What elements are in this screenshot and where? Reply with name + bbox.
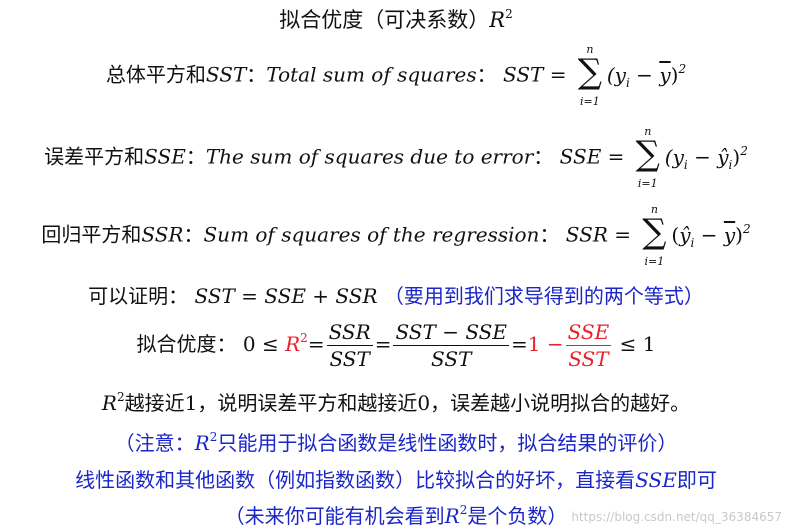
r2-fraction-2: SST − SSE SST	[393, 320, 509, 371]
title-prefix: 拟合优度（可决系数）	[279, 8, 490, 32]
sse-colon1: ：	[185, 144, 206, 169]
note1-text: 只能用于拟合函数是线性函数时，拟合结果的评价）	[217, 431, 678, 455]
ssr-sum-bottom: i=1	[644, 255, 665, 268]
note3-prefix: （未来你可能有机会看到	[224, 504, 445, 528]
sse-eq: =	[607, 144, 625, 169]
sst-term: (yi − y)2	[606, 61, 687, 90]
ssr-colon1: ：	[183, 222, 204, 247]
r2-leq1: ≤	[261, 332, 279, 356]
title-symbol: R	[489, 8, 506, 32]
note3-suffix: 是个负数）	[467, 504, 568, 528]
sse-label: 误差平方和	[44, 144, 145, 169]
sst-english: Total sum of squares	[266, 62, 477, 87]
r2-frac2-denominator: SST	[431, 347, 472, 371]
r2-frac2-numerator: SST − SSE	[393, 320, 509, 346]
ssr-abbr: SSR	[141, 222, 184, 247]
note1-prefix: （注意：	[114, 431, 195, 455]
page-title: 拟合优度（可决系数）R2	[0, 4, 792, 34]
sst-label: 总体平方和	[105, 62, 206, 87]
note1-r: R	[194, 431, 210, 455]
note2-text: 线性函数和其他函数（例如指数函数）比较拟合的好坏，直接看	[75, 468, 636, 492]
r2-fraction-3: SSE SST	[565, 320, 612, 371]
conclusion-line: R2越接近1，说明误差平方和越接近0，误差越小说明拟合的越好。	[0, 387, 792, 416]
watermark: https://blog.csdn.net/qq_36384657	[571, 510, 782, 524]
r2-one: 1	[642, 332, 656, 356]
title-exponent: 2	[505, 7, 513, 21]
r2-eq3: =	[510, 332, 528, 356]
conclusion-text: 越接近1，说明误差平方和越接近0，误差越小说明拟合的越好。	[124, 391, 691, 415]
sst-sum-bottom: i=1	[580, 95, 600, 108]
r2-formula-line: 拟合优度： 0 ≤ R2= SSR SST = SST − SSE SST =1…	[0, 320, 792, 371]
sst-definition: 总体平方和SST：Total sum of squares： SST = n ∑…	[0, 43, 792, 108]
sst-colon2: ：	[476, 62, 497, 87]
r2-frac1-numerator: SSR	[326, 320, 373, 346]
sigma-icon: ∑	[577, 52, 603, 92]
sst-colon1: ：	[246, 62, 267, 87]
conclusion-r: R	[101, 391, 117, 415]
ssr-english: Sum of squares of the regression	[203, 222, 540, 247]
sst-lhs: SST	[503, 62, 544, 87]
sse-colon2: ：	[533, 144, 554, 169]
ssr-eq: =	[614, 222, 632, 247]
ssr-lhs: SSR	[565, 222, 608, 247]
r2-eq2: =	[374, 332, 392, 356]
proof-line: 可以证明： SST = SSE + SSR （要用到我们求导得到的两个等式）	[0, 280, 792, 309]
r2-frac3-denominator: SST	[568, 347, 609, 371]
note-1: （注意：R2只能用于拟合函数是线性函数时，拟合结果的评价）	[0, 427, 792, 456]
r2-frac1-denominator: SST	[329, 347, 370, 371]
r2-leq2: ≤	[619, 332, 637, 356]
sigma-icon: ∑	[635, 134, 660, 174]
sse-definition: 误差平方和SSE：The sum of squares due to error…	[0, 125, 792, 190]
sse-term: (yi − ŷi)2	[664, 143, 748, 172]
ssr-definition: 回归平方和SSR：Sum of squares of the regressio…	[0, 203, 792, 268]
r2-fraction-1: SSR SST	[326, 320, 373, 371]
proof-note: （要用到我们求导得到的两个等式）	[383, 284, 704, 308]
r2-eq1: =	[307, 332, 325, 356]
r2-symbol: R2	[285, 331, 308, 356]
sse-english: The sum of squares due to error	[205, 144, 534, 169]
note2-abbr: SSE	[635, 468, 677, 492]
ssr-term: (ŷi − y)2	[671, 221, 751, 250]
sigma-icon: ∑	[642, 212, 667, 252]
r2-frac3-numerator: SSE	[565, 320, 612, 346]
note3-r: R	[444, 504, 460, 528]
note2-suffix: 即可	[676, 468, 717, 492]
sse-sum-bottom: i=1	[637, 177, 658, 190]
proof-label: 可以证明：	[88, 284, 189, 308]
ssr-colon2: ：	[539, 222, 560, 247]
sst-eq: =	[549, 62, 567, 87]
ssr-summation: n ∑ i=1	[639, 203, 669, 268]
sse-summation: n ∑ i=1	[633, 125, 663, 190]
sst-abbr: SST	[205, 62, 247, 87]
note1-r-exp: 2	[209, 430, 218, 444]
r2-one-minus: 1 −	[527, 332, 564, 356]
ssr-label: 回归平方和	[41, 222, 142, 247]
sse-lhs: SSE	[559, 144, 602, 169]
sse-abbr: SSE	[144, 144, 186, 169]
conclusion-r-exp: 2	[116, 390, 125, 404]
note-2: 线性函数和其他函数（例如指数函数）比较拟合的好坏，直接看SSE即可	[0, 464, 792, 493]
r2-label: 拟合优度：	[136, 332, 237, 356]
r2-zero: 0	[242, 332, 256, 356]
note3-r-exp: 2	[459, 503, 468, 517]
sst-summation: n ∑ i=1	[575, 43, 605, 108]
proof-formula: SST = SSE + SSR	[194, 284, 378, 308]
